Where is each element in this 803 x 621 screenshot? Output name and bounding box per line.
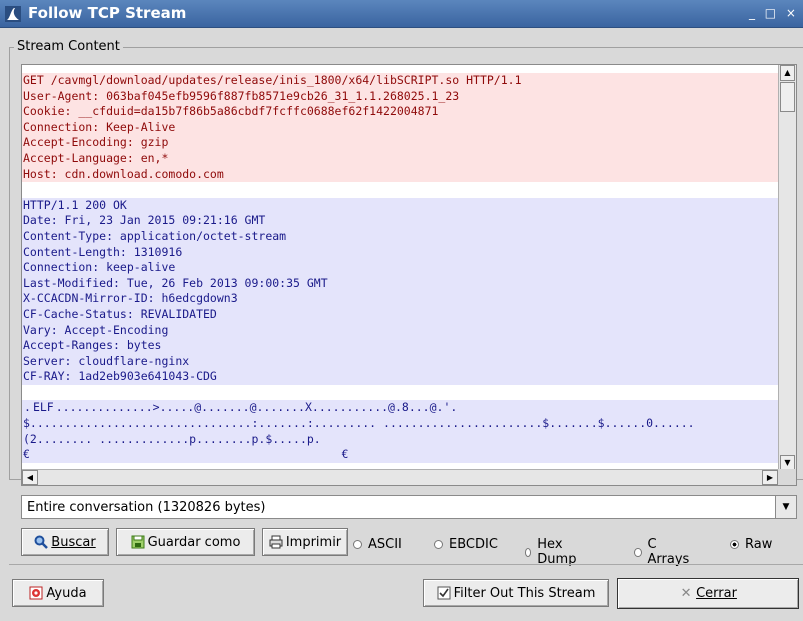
scroll-up-icon[interactable]: ▲ [780,65,795,81]
radio-icon[interactable] [634,547,642,557]
binary-block: . ELF ..............>.....@.......@.......… [22,400,778,463]
save-as-button-label: Guardar como [147,534,241,550]
format-option-label: EBCDIC [449,537,498,552]
radio-icon[interactable] [434,540,443,549]
printer-icon [269,535,283,549]
stream-line: (2........ .............p........p.$....… [22,431,778,448]
wireshark-fin-icon [5,6,21,22]
format-option-label: ASCII [368,537,402,552]
stream-line: Date: Fri, 23 Jan 2015 09:21:16 GMT [22,213,778,229]
stream-text[interactable]: GET /cavmgl/download/updates/release/ini… [22,65,778,479]
stream-line: User-Agent: 063baf045efb9596f887fb8571e9… [22,88,778,105]
stream-content-legend: Stream Content [14,39,123,54]
stream-line: Accept-Ranges: bytes [22,338,778,354]
stream-line: Content-Type: application/octet-stream [22,228,778,245]
stream-line: Content-Length: 1310916 [22,244,778,261]
stream-line: Host: cdn.download.comodo.com [22,166,778,183]
help-button[interactable]: Ayuda [12,579,104,607]
format-option-ebcdic[interactable]: EBCDIC [434,537,498,552]
divider [9,564,803,565]
filter-out-stream-label: Filter Out This Stream [453,585,596,601]
stream-text-area[interactable]: GET /cavmgl/download/updates/release/ini… [21,64,797,486]
scroll-right-icon[interactable]: ▶ [762,470,778,485]
stream-line: Connection: Keep-Alive [22,119,778,136]
stream-line: GET /cavmgl/download/updates/release/ini… [22,73,778,89]
binary-line: . ELF ..............>.....@.......@.......… [22,400,778,417]
close-button-label: Cerrar [696,586,737,601]
stream-line: CF-Cache-Status: REVALIDATED [22,306,778,323]
print-button[interactable]: Imprimir [262,528,348,556]
stream-line: Vary: Accept-Encoding [22,322,778,339]
close-button[interactable]: ✕ Cerrar [617,578,799,609]
format-option-hex-dump[interactable]: Hex Dump [525,537,579,567]
stream-line: Accept-Language: en,* [22,150,778,167]
conversation-select[interactable]: Entire conversation (1320826 bytes) ▼ [21,495,797,519]
scroll-left-icon[interactable]: ◀ [22,470,38,485]
help-button-label: Ayuda [46,585,87,601]
stream-line: CF-RAY: 1ad2eb903e641043-CDG [22,369,778,385]
conversation-select-value: Entire conversation (1320826 bytes) [27,500,266,515]
checkbox-icon [437,586,451,600]
scroll-thumb[interactable] [780,82,795,112]
format-option-raw[interactable]: Raw [730,537,772,552]
close-icon: ✕ [680,585,692,601]
chevron-down-icon[interactable]: ▼ [775,496,796,518]
save-as-icon [131,535,145,549]
stream-line: HTTP/1.1 200 OK [22,197,778,214]
help-icon [29,586,43,600]
magnifier-icon [34,535,49,549]
radio-icon[interactable] [353,540,362,549]
radio-icon[interactable] [730,540,739,549]
window-controls[interactable]: _ □ × [749,6,799,20]
window-title: Follow TCP Stream [28,4,187,22]
stream-line: Last-Modified: Tue, 26 Feb 2013 09:00:35… [22,275,778,292]
stream-line: Connection: keep-alive [22,260,778,276]
stream-line: Accept-Encoding: gzip [22,135,778,151]
format-option-ascii[interactable]: ASCII [353,537,402,552]
print-button-label: Imprimir [285,534,342,550]
stream-line: Cookie: __cfduid=da15b7f86b5a86cbdf7fcff… [22,104,778,120]
selected-text: ELF [31,400,55,415]
stream-line: X-CCACDN-Mirror-ID: h6edcgdown3 [22,291,778,307]
format-option-label: C Arrays [647,537,690,567]
request-block: GET /cavmgl/download/updates/release/ini… [22,73,778,183]
vertical-scrollbar[interactable]: ▲ ▼ [778,65,796,471]
stream-line: $................................:......… [22,416,778,432]
save-as-button[interactable]: Guardar como [116,528,255,556]
horizontal-scrollbar[interactable]: ◀ ▶ [22,469,778,485]
radio-icon[interactable] [525,547,532,557]
response-block: HTTP/1.1 200 OK Date: Fri, 23 Jan 2015 09… [22,197,778,385]
find-button-label: Buscar [51,534,96,550]
format-option-label: Raw [745,537,773,552]
format-option-c-arrays[interactable]: C Arrays [634,537,691,567]
stream-line: Server: cloudflare-nginx [22,353,778,370]
title-bar[interactable]: Follow TCP Stream _ □ × [0,0,803,28]
filter-out-stream-button[interactable]: Filter Out This Stream [423,579,609,607]
find-button[interactable]: Buscar [21,528,109,556]
format-option-label: Hex Dump [537,537,577,567]
stream-line: € € [22,447,778,463]
